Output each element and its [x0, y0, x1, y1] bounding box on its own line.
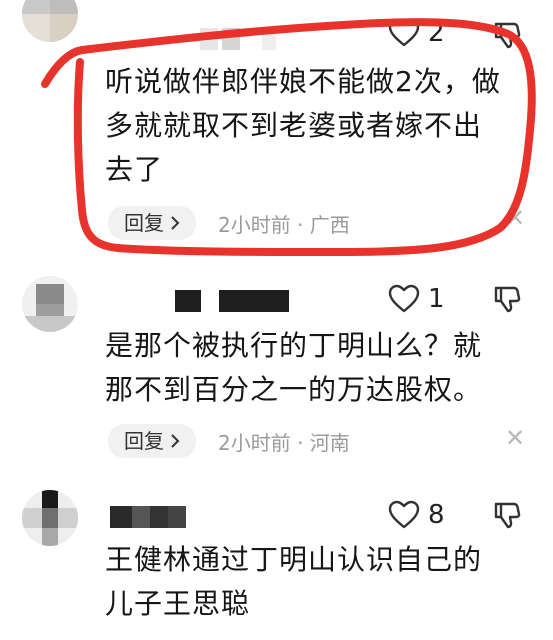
avatar[interactable] [22, 490, 78, 546]
username-redacted [175, 290, 295, 312]
like-count: 8 [428, 500, 445, 530]
thumbs-down-icon[interactable] [492, 500, 522, 530]
close-icon[interactable]: ✕ [505, 204, 525, 232]
avatar[interactable] [22, 0, 78, 42]
comment-text-line: 那不到百分之一的万达股权。 [105, 373, 483, 406]
reply-button[interactable]: 回复 [108, 424, 196, 458]
comment-text-line: 是那个被执行的丁明山么？就 [105, 329, 483, 362]
heart-outline-icon [388, 500, 420, 530]
like-count: 1 [428, 284, 445, 314]
reply-label: 回复 [124, 211, 164, 235]
thumbs-down-icon[interactable] [492, 20, 522, 50]
heart-outline-icon [388, 18, 420, 48]
comment-text: 是那个被执行的丁明山么？就 那不到百分之一的万达股权。 [105, 324, 525, 412]
chevron-right-icon [170, 426, 180, 456]
thumbs-down-icon[interactable] [492, 284, 522, 314]
heart-outline-icon [388, 284, 420, 314]
comment-item: 2 听说做伴郎伴娘不能做2次，做 多就就取不到老婆或者嫁不出 去了 回复 2小时… [0, 0, 553, 260]
like-button[interactable]: 8 [388, 500, 445, 530]
username-redacted [200, 28, 290, 50]
timestamp-location: 2小时前 · 广西 [218, 212, 350, 237]
comment-text-line: 听说做伴郎伴娘不能做2次，做 [105, 65, 501, 98]
comment-text: 听说做伴郎伴娘不能做2次，做 多就就取不到老婆或者嫁不出 去了 [105, 60, 525, 192]
comment-item: 1 是那个被执行的丁明山么？就 那不到百分之一的万达股权。 回复 2小时前 · … [0, 270, 553, 470]
reply-button[interactable]: 回复 [108, 206, 196, 240]
username-redacted [110, 506, 190, 528]
comment-text-line: 王健林通过丁明山认识自己的 [105, 543, 483, 576]
like-button[interactable]: 2 [388, 18, 445, 48]
comment-item: 8 王健林通过丁明山认识自己的 儿子王思聪 [0, 484, 553, 640]
comment-text-line: 去了 [105, 153, 164, 186]
comment-text-line: 多就就取不到老婆或者嫁不出 [105, 109, 483, 142]
reply-label: 回复 [124, 429, 164, 453]
close-icon[interactable]: ✕ [505, 424, 525, 452]
like-button[interactable]: 1 [388, 284, 445, 314]
comment-meta: 回复 2小时前 · 广西 [108, 206, 350, 240]
like-count: 2 [428, 18, 445, 48]
avatar[interactable] [22, 276, 78, 332]
comment-meta: 回复 2小时前 · 河南 [108, 424, 350, 458]
chevron-right-icon [170, 208, 180, 238]
comment-text: 王健林通过丁明山认识自己的 儿子王思聪 [105, 538, 525, 626]
timestamp-location: 2小时前 · 河南 [218, 430, 350, 455]
comment-text-line: 儿子王思聪 [105, 587, 251, 620]
